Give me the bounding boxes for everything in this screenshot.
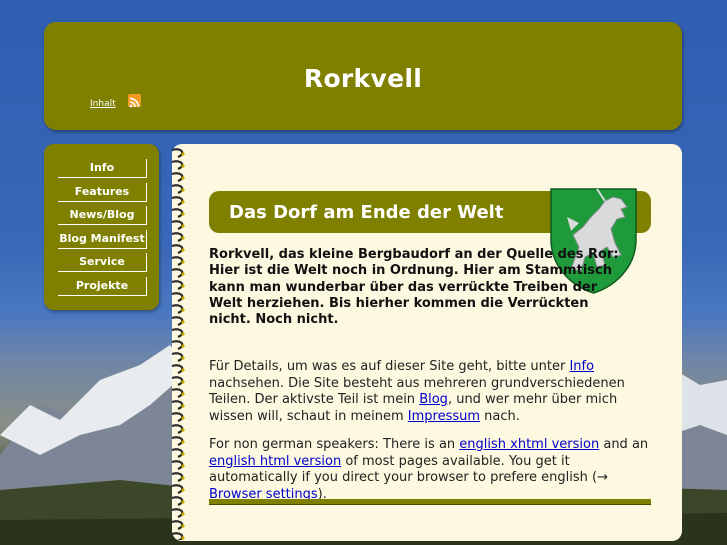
- link-blog[interactable]: Blog: [419, 392, 448, 407]
- spiral-ring: [171, 412, 184, 423]
- link-english-html[interactable]: english html version: [209, 454, 341, 469]
- content-divider: [209, 499, 651, 505]
- sidebar-menu: Info Features News/Blog Blog Manifest Se…: [44, 144, 159, 310]
- page-heading: Das Dorf am Ende der Welt: [229, 202, 504, 223]
- spiral-ring: [171, 220, 184, 231]
- header-banner: Rorkvell: [44, 22, 682, 130]
- spiral-ring: [171, 388, 184, 399]
- spiral-hole: [181, 344, 185, 348]
- spiral-hole: [181, 404, 185, 408]
- spiral-ring: [171, 460, 184, 471]
- spiral-hole: [181, 188, 185, 192]
- spiral-hole: [181, 224, 185, 228]
- link-english-xhtml[interactable]: english xhtml version: [459, 437, 599, 452]
- spiral-hole: [181, 320, 185, 324]
- spiral-ring: [171, 532, 184, 540]
- spiral-hole: [181, 524, 185, 528]
- sidebar-item-blog-manifest[interactable]: Blog Manifest: [58, 230, 147, 249]
- sidebar-item-news-blog[interactable]: News/Blog: [58, 206, 147, 225]
- details-text-4: nach.: [480, 408, 520, 424]
- rss-feed-icon[interactable]: [128, 94, 141, 108]
- spiral-ring: [171, 364, 184, 375]
- spiral-hole: [181, 476, 185, 480]
- spiral-binding: [171, 148, 185, 540]
- spiral-hole: [181, 248, 185, 252]
- spiral-ring: [171, 424, 184, 435]
- details-paragraph: Für Details, um was es auf dieser Site g…: [209, 359, 651, 425]
- spiral-ring: [171, 316, 184, 327]
- spiral-hole: [181, 236, 185, 240]
- spiral-ring: [171, 304, 184, 315]
- spiral-ring: [171, 232, 184, 243]
- spiral-ring: [171, 448, 184, 459]
- spiral-hole: [181, 500, 185, 504]
- sidebar-item-service[interactable]: Service: [58, 253, 147, 272]
- sidebar-item-info[interactable]: Info: [58, 159, 147, 178]
- spiral-hole: [181, 428, 185, 432]
- spiral-hole: [181, 260, 185, 264]
- spiral-ring: [171, 520, 184, 531]
- spiral-ring: [171, 280, 184, 291]
- spiral-hole: [181, 512, 185, 516]
- spiral-ring: [171, 352, 184, 363]
- nav-link-inhalt[interactable]: Inhalt: [90, 99, 116, 109]
- english-text-2: and an: [599, 437, 649, 452]
- spiral-ring: [171, 496, 184, 507]
- spiral-hole: [181, 452, 185, 456]
- spiral-ring: [171, 436, 184, 447]
- link-info[interactable]: Info: [569, 359, 594, 374]
- spiral-hole: [181, 416, 185, 420]
- spiral-hole: [181, 200, 185, 204]
- spiral-hole: [181, 272, 185, 276]
- spiral-hole: [181, 488, 185, 492]
- spiral-hole: [181, 536, 185, 540]
- english-text-1: For non german speakers: There is an: [209, 437, 460, 452]
- spiral-hole: [181, 284, 185, 288]
- spiral-hole: [181, 392, 185, 396]
- spiral-hole: [181, 212, 185, 216]
- spiral-ring: [171, 160, 184, 171]
- spiral-ring: [171, 172, 184, 183]
- spiral-ring: [171, 292, 184, 303]
- spiral-hole: [181, 380, 185, 384]
- spiral-ring: [171, 328, 184, 339]
- spiral-hole: [181, 152, 185, 156]
- english-paragraph: For non german speakers: There is an eng…: [209, 437, 651, 503]
- spiral-ring: [171, 472, 184, 483]
- intro-paragraph: Rorkvell, das kleine Bergbaudorf an der …: [209, 247, 619, 328]
- spiral-hole: [181, 296, 185, 300]
- spiral-ring: [171, 508, 184, 519]
- spiral-hole: [181, 464, 185, 468]
- spiral-ring: [171, 340, 184, 351]
- spiral-hole: [181, 176, 185, 180]
- spiral-ring: [171, 268, 184, 279]
- spiral-ring: [171, 256, 184, 267]
- site-title: Rorkvell: [303, 64, 423, 93]
- spiral-hole: [181, 440, 185, 444]
- spiral-ring: [171, 148, 184, 159]
- spiral-hole: [181, 332, 185, 336]
- details-text-1: Für Details, um was es auf dieser Site g…: [209, 359, 570, 374]
- spiral-ring: [171, 244, 184, 255]
- spiral-hole: [181, 368, 185, 372]
- spiral-ring: [171, 376, 184, 387]
- link-impressum[interactable]: Impressum: [408, 409, 480, 424]
- spiral-ring: [171, 196, 184, 207]
- sidebar-item-features[interactable]: Features: [58, 183, 147, 202]
- spiral-hole: [181, 164, 185, 168]
- spiral-ring: [171, 484, 184, 495]
- spiral-hole: [181, 308, 185, 312]
- spiral-hole: [181, 356, 185, 360]
- spiral-ring: [171, 184, 184, 195]
- spiral-ring: [171, 208, 184, 219]
- sidebar-item-projekte[interactable]: Projekte: [58, 277, 147, 296]
- spiral-ring: [171, 400, 184, 411]
